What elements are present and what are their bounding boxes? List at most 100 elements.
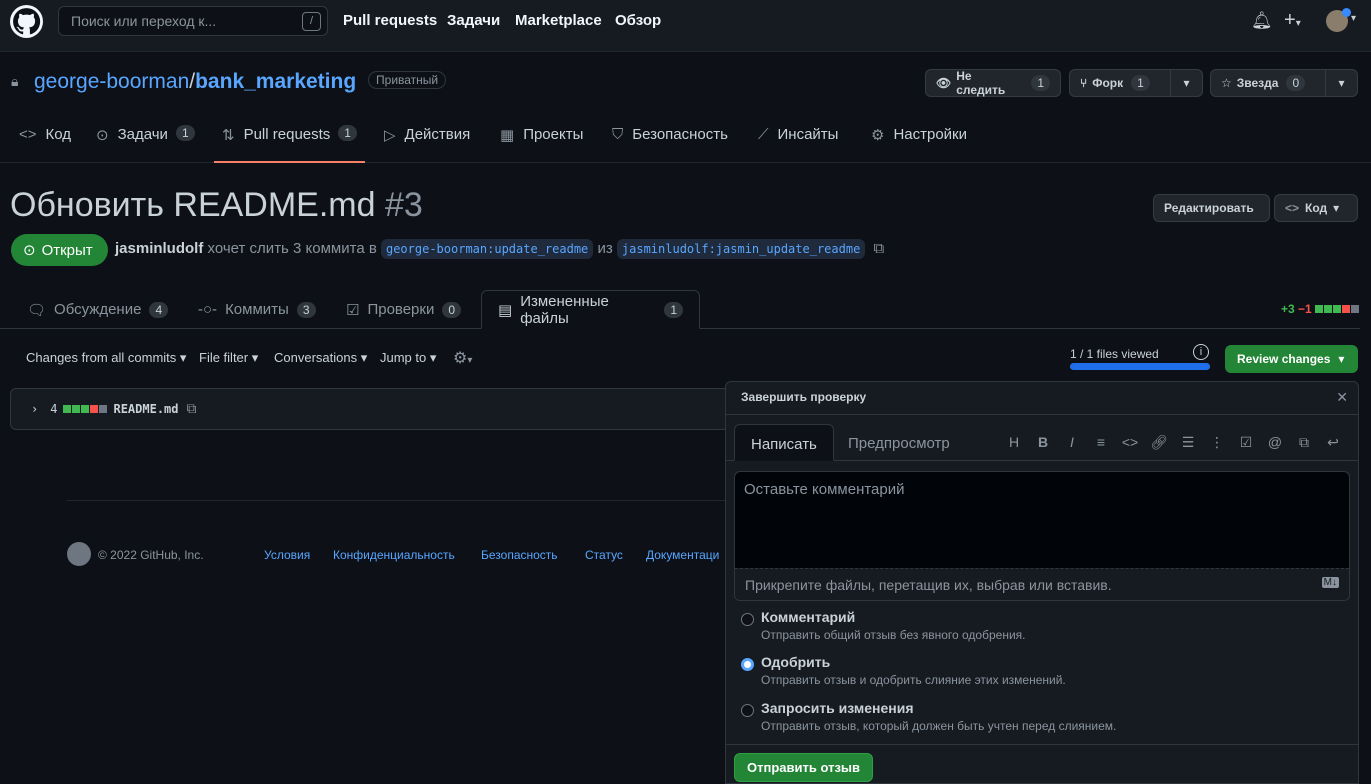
repo-owner-link[interactable]: george-boorman <box>34 70 189 93</box>
tab-write[interactable]: Написать <box>734 424 834 461</box>
tab-actions[interactable]: ▷ Действия <box>384 126 470 163</box>
option-desc: Отправить отзыв, который должен быть учт… <box>761 719 1117 733</box>
footer-link-terms[interactable]: Условия <box>264 548 310 562</box>
footer-link-status[interactable]: Статус <box>585 548 623 562</box>
review-changes-button[interactable]: Review changes ▾ <box>1225 345 1358 373</box>
nav-pull-requests[interactable]: Pull requests <box>343 12 437 29</box>
comment-textarea[interactable] <box>735 472 1349 568</box>
head-branch[interactable]: jasminludolf:jasmin_update_readme <box>616 239 866 259</box>
bell-icon[interactable]: 🔔︎ <box>1251 11 1273 31</box>
bold-icon[interactable]: B <box>1034 434 1052 451</box>
jump-to-dropdown[interactable]: Jump to ▾ <box>380 350 436 366</box>
copy-icon[interactable]: ⧉ <box>873 240 884 257</box>
chevron-down-icon: ▾ <box>1338 352 1345 366</box>
unordered-list-icon[interactable]: ☰ <box>1179 434 1197 451</box>
file-change-count: 4 <box>50 402 58 416</box>
italic-icon[interactable]: I <box>1063 434 1081 451</box>
mention-icon[interactable]: @ <box>1266 434 1284 451</box>
star-label: Звезда <box>1236 76 1279 90</box>
plus-dropdown-icon[interactable]: +▾ <box>1284 9 1301 32</box>
search-input[interactable]: Поиск или переход к... / <box>58 6 328 36</box>
fork-button[interactable]: ⑂ Форк 1 <box>1069 69 1171 97</box>
footer-link-privacy[interactable]: Конфиденциальность <box>333 548 455 562</box>
github-footer-logo-icon[interactable] <box>67 542 91 566</box>
watch-button[interactable]: 👁︎ Не следить 1 <box>925 69 1061 97</box>
radio-request-changes[interactable] <box>741 704 754 717</box>
diffstat-square <box>1342 305 1350 313</box>
chevron-right-icon[interactable]: › <box>31 402 38 416</box>
prtab-label: Коммиты <box>225 301 289 318</box>
attach-files-area[interactable]: Прикрепите файлы, перетащив их, выбрав и… <box>735 568 1349 600</box>
file-name[interactable]: README.md <box>113 402 178 416</box>
markdown-icon: M↓ <box>1321 577 1339 588</box>
base-branch[interactable]: george-boorman:update_readme <box>380 239 594 259</box>
tab-pull-requests[interactable]: ⇅ Pull requests 1 <box>214 125 365 163</box>
cross-reference-icon[interactable]: ⧉ <box>1295 434 1313 451</box>
tab-files-changed[interactable]: ▤ Измененные файлы 1 <box>481 290 700 329</box>
diffstat-deletions: −1 <box>1297 302 1312 316</box>
review-option-approve[interactable]: Одобрить Отправить отзыв и одобрить слиян… <box>741 654 1341 687</box>
chevron-down-icon: ▾ <box>1333 201 1340 215</box>
radio-approve[interactable] <box>741 658 754 671</box>
repo-name-link[interactable]: bank_marketing <box>195 70 356 93</box>
reply-icon[interactable]: ↩ <box>1324 434 1342 451</box>
option-desc: Отправить общий отзыв без явного одобрен… <box>761 628 1026 642</box>
tab-preview[interactable]: Предпросмотр <box>832 424 966 461</box>
code-button[interactable]: <> Код ▾ <box>1274 194 1358 222</box>
nav-explore[interactable]: Обзор <box>615 12 661 29</box>
tab-issues[interactable]: ⊙ Задачи 1 <box>96 125 195 163</box>
footer-link-docs[interactable]: Документаци <box>646 548 726 562</box>
submit-review-button[interactable]: Отправить отзыв <box>734 753 873 782</box>
prtab-label: Обсуждение <box>54 301 142 318</box>
tab-projects[interactable]: ▦ Проекты <box>500 126 583 163</box>
close-icon[interactable]: ✕ <box>1336 389 1348 406</box>
diffstat-square <box>90 405 99 413</box>
github-logo-icon[interactable] <box>10 5 43 38</box>
tab-checks[interactable]: ☑ Проверки 0 <box>330 290 477 329</box>
review-option-comment[interactable]: Комментарий Отправить общий отзыв без явн… <box>741 609 1341 642</box>
diffstat: +3 −1 <box>1281 302 1360 316</box>
quote-icon[interactable]: ≡ <box>1092 434 1110 451</box>
repo-title: george-boorman/bank_marketing Приватный <box>34 70 447 94</box>
diffstat-square <box>1324 305 1332 313</box>
info-icon[interactable]: i <box>1193 344 1209 360</box>
fork-dropdown-button[interactable]: ▾ <box>1170 69 1203 97</box>
tab-insights[interactable]: ⟋ Инсайты <box>758 126 838 163</box>
star-button[interactable]: ☆ Звезда 0 <box>1210 69 1326 97</box>
footer-copyright: © 2022 GitHub, Inc. <box>98 548 204 562</box>
tab-conversation[interactable]: 🗨︎ Обсуждение 4 <box>11 290 184 329</box>
task-list-icon[interactable]: ☑ <box>1237 434 1255 451</box>
nav-marketplace[interactable]: Marketplace <box>515 12 602 29</box>
avatar-chevron-down-icon[interactable]: ▾ <box>1351 13 1356 24</box>
star-dropdown-button[interactable]: ▾ <box>1325 69 1358 97</box>
copy-icon[interactable]: ⧉ <box>187 401 197 417</box>
file-header[interactable]: › 4 README.md ⧉ <box>10 388 730 430</box>
option-label: Запросить изменения <box>761 700 914 716</box>
nav-issues[interactable]: Задачи <box>447 12 500 29</box>
review-option-request-changes[interactable]: Запросить изменения Отправить отзыв, кото… <box>741 700 1341 733</box>
commit-icon: -○- <box>198 301 218 318</box>
edit-button[interactable]: Редактировать <box>1153 194 1270 222</box>
tab-commits[interactable]: -○- Коммиты 3 <box>182 290 332 329</box>
pr-author-link[interactable]: jasminludolf <box>115 240 203 257</box>
tab-settings[interactable]: ⚙︎ Настройки <box>871 126 967 163</box>
radio-comment[interactable] <box>741 613 754 626</box>
code-icon[interactable]: <> <box>1121 434 1139 451</box>
changes-from-dropdown[interactable]: Changes from all commits ▾ <box>26 350 186 366</box>
lock-icon: 🔒︎ <box>11 73 19 89</box>
ordered-list-icon[interactable]: ⋮ <box>1208 434 1226 451</box>
star-icon: ☆ <box>1221 76 1232 90</box>
conversations-dropdown[interactable]: Conversations ▾ <box>274 350 367 366</box>
file-filter-dropdown[interactable]: File filter ▾ <box>199 350 258 366</box>
pr-action-text: хочет слить 3 коммита в <box>207 240 377 257</box>
editor-tabs: Написать Предпросмотр H B I ≡ <> 🔗︎ ☰ ⋮ … <box>726 415 1358 461</box>
footer-link-security[interactable]: Безопасность <box>481 548 558 562</box>
heading-icon[interactable]: H <box>1005 434 1023 451</box>
tab-security[interactable]: ⛉ Безопасность <box>612 126 728 163</box>
tab-code[interactable]: <> Код <box>19 126 71 163</box>
link-icon[interactable]: 🔗︎ <box>1150 434 1168 451</box>
eye-icon: 👁︎ <box>936 76 952 90</box>
settings-gear-icon[interactable]: ⚙︎▾ <box>453 348 472 368</box>
conversations-label: Conversations <box>274 350 358 365</box>
diffstat-additions: +3 <box>1280 302 1295 316</box>
